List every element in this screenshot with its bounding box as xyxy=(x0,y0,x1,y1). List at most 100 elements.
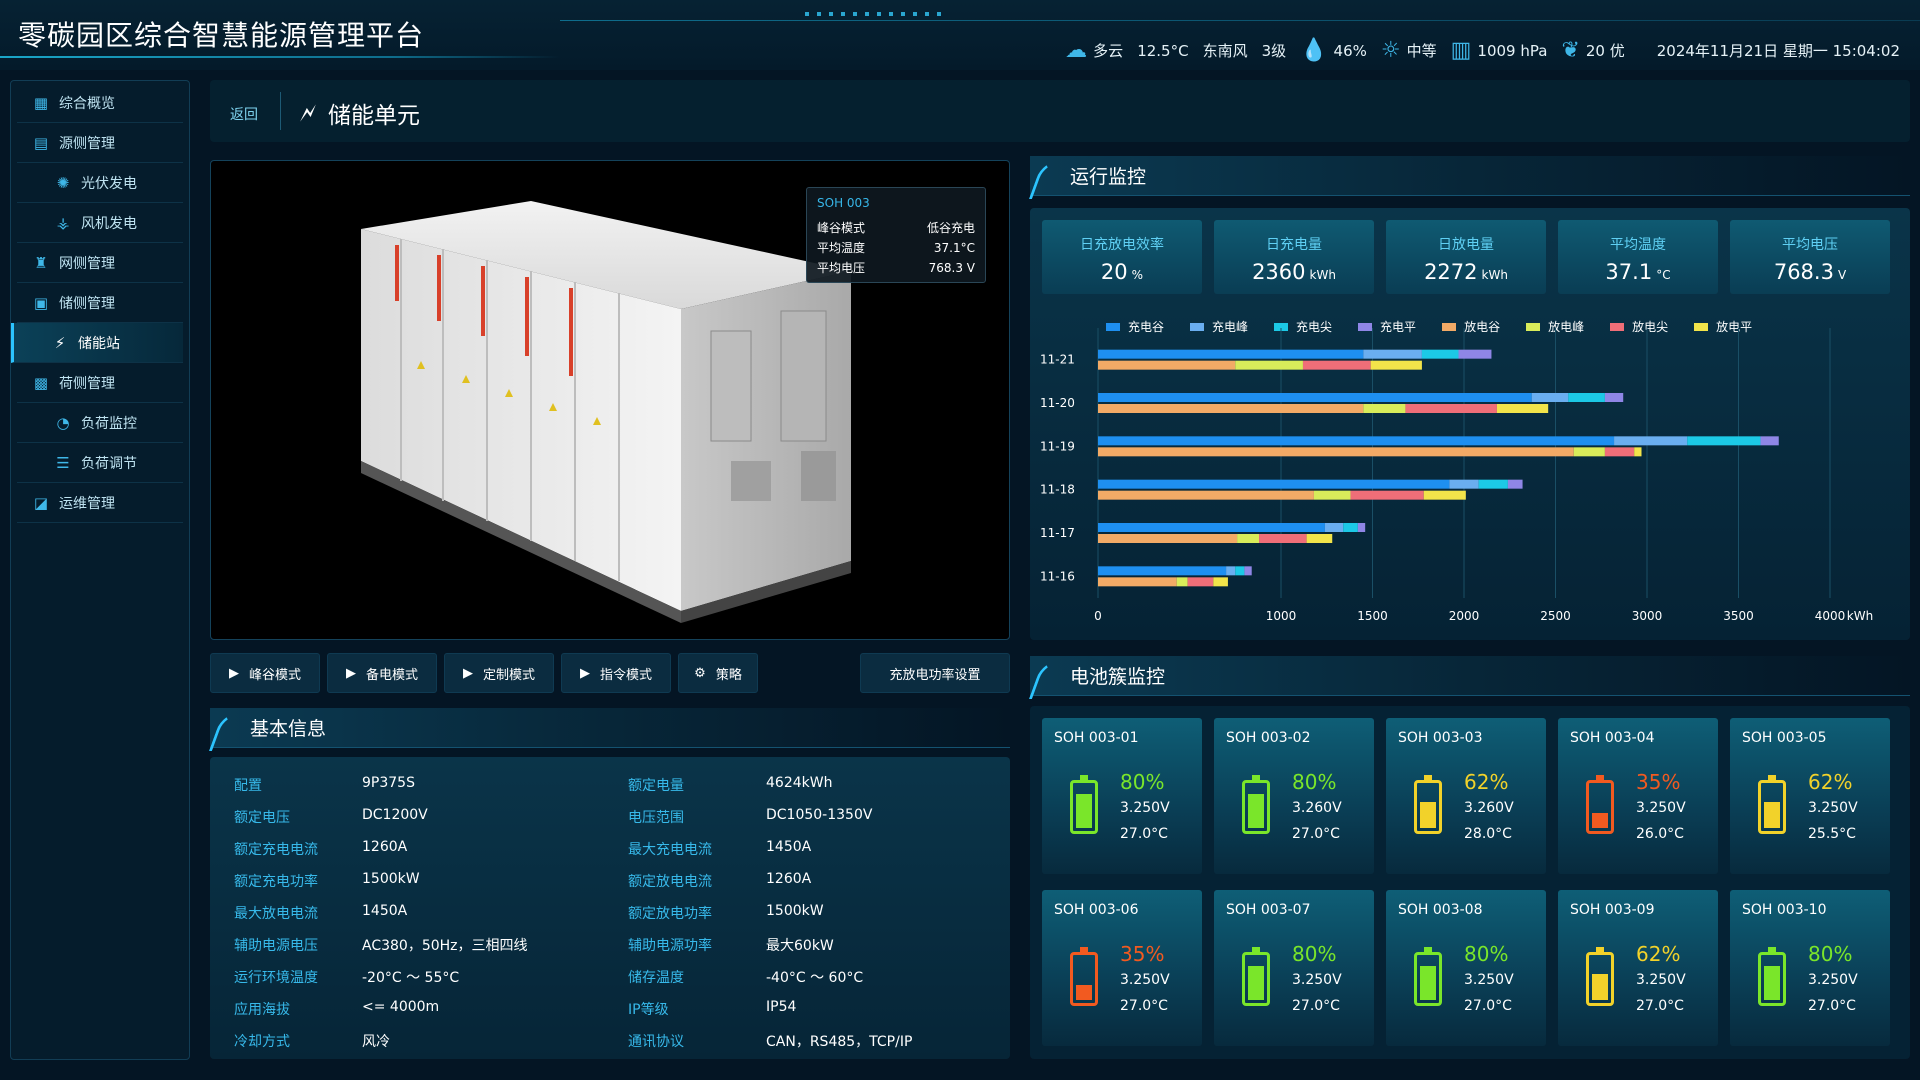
back-link[interactable]: 返回 xyxy=(230,104,258,124)
sidebar-item-source[interactable]: ▤ 源侧管理 xyxy=(17,123,183,163)
battery-cluster-card[interactable]: SOH 003-07 80% 3.250V 27.0°C xyxy=(1214,890,1374,1046)
peak-valley-mode-button[interactable]: ▶ 峰谷模式 xyxy=(210,653,320,693)
charge-bar-segment[interactable] xyxy=(1098,349,1364,359)
discharge-bar-segment[interactable] xyxy=(1098,490,1314,500)
info-value: 风冷 xyxy=(362,1034,390,1050)
sidebar-item-overview[interactable]: ▦ 综合概览 xyxy=(17,83,183,123)
sidebar-item-label: 综合概览 xyxy=(59,95,115,112)
battery-cluster-card[interactable]: SOH 003-02 80% 3.260V 27.0°C xyxy=(1214,718,1374,874)
sidebar-item-maintenance[interactable]: ◪ 运维管理 xyxy=(17,483,183,523)
sidebar-item-grid[interactable]: ♜ 网侧管理 xyxy=(17,243,183,283)
discharge-bar-segment[interactable] xyxy=(1176,577,1188,587)
charge-bar-segment[interactable] xyxy=(1357,523,1366,532)
charge-bar-segment[interactable] xyxy=(1568,393,1605,402)
sidebar-item-load[interactable]: ▩ 荷侧管理 xyxy=(17,363,183,403)
charge-bar-segment[interactable] xyxy=(1614,436,1688,446)
battery-fill xyxy=(1420,966,1436,1000)
discharge-bar-segment[interactable] xyxy=(1573,447,1605,457)
discharge-bar-segment[interactable] xyxy=(1098,577,1177,587)
info-value: 1450A xyxy=(766,839,812,855)
backup-mode-button[interactable]: ▶ 备电模式 xyxy=(327,653,437,693)
charge-bar-segment[interactable] xyxy=(1226,566,1236,576)
x-tick-label: 2000 xyxy=(1449,609,1480,623)
charge-bar-segment[interactable] xyxy=(1760,436,1779,446)
charge-bar-segment[interactable] xyxy=(1478,479,1508,489)
basic-info-title: 基本信息 xyxy=(210,708,1010,748)
battery-cluster-card[interactable]: SOH 003-03 62% 3.260V 28.0°C xyxy=(1386,718,1546,874)
battery-cap xyxy=(1252,947,1260,952)
discharge-bar-segment[interactable] xyxy=(1098,447,1574,457)
cluster-percent: 80% xyxy=(1464,942,1509,966)
sidebar-item-load-monitor[interactable]: ◔ 负荷监控 xyxy=(17,403,183,443)
charge-bar-segment[interactable] xyxy=(1098,393,1532,402)
info-value: -40°C ～ 60°C xyxy=(766,970,864,986)
discharge-bar-segment[interactable] xyxy=(1237,534,1260,543)
charge-bar-segment[interactable] xyxy=(1604,393,1624,402)
cluster-temperature: 27.0°C xyxy=(1636,998,1684,1014)
charge-bar-segment[interactable] xyxy=(1507,479,1523,489)
charge-bar-segment[interactable] xyxy=(1324,523,1344,532)
battery-cluster-card[interactable]: SOH 003-05 62% 3.250V 25.5°C xyxy=(1730,718,1890,874)
command-mode-button[interactable]: ▶ 指令模式 xyxy=(561,653,671,693)
battery-cluster-card[interactable]: SOH 003-10 80% 3.250V 27.0°C xyxy=(1730,890,1890,1046)
discharge-bar-segment[interactable] xyxy=(1259,534,1307,543)
discharge-bar-segment[interactable] xyxy=(1235,360,1303,370)
discharge-bar-segment[interactable] xyxy=(1098,534,1238,543)
info-label: 配置 xyxy=(234,778,262,794)
discharge-bar-segment[interactable] xyxy=(1350,490,1424,500)
discharge-bar-segment[interactable] xyxy=(1098,404,1364,413)
discharge-bar-segment[interactable] xyxy=(1302,360,1371,370)
battery-fill xyxy=(1248,966,1264,1000)
discharge-bar-segment[interactable] xyxy=(1405,404,1497,413)
sidebar-item-wind[interactable]: ⚶ 风机发电 xyxy=(17,203,183,243)
sidebar-item-storage-station[interactable]: ⚡ 储能站 xyxy=(11,323,183,363)
charge-bar-segment[interactable] xyxy=(1098,566,1227,576)
wind-level-text: 3级 xyxy=(1261,42,1287,60)
tooltip-key: 平均温度 xyxy=(817,241,866,255)
charge-bar-segment[interactable] xyxy=(1235,566,1245,576)
charge-bar-segment[interactable] xyxy=(1098,436,1615,446)
button-label: 指令模式 xyxy=(599,667,652,683)
discharge-bar-segment[interactable] xyxy=(1187,577,1214,587)
charge-bar-segment[interactable] xyxy=(1531,393,1569,402)
charge-bar-segment[interactable] xyxy=(1098,479,1450,489)
custom-mode-button[interactable]: ▶ 定制模式 xyxy=(444,653,554,693)
battery-cluster-card[interactable]: SOH 003-08 80% 3.250V 27.0°C xyxy=(1386,890,1546,1046)
charge-bar-segment[interactable] xyxy=(1687,436,1761,446)
battery-level-icon xyxy=(1070,947,1098,1006)
info-label: 额定电量 xyxy=(628,778,684,794)
discharge-bar-segment[interactable] xyxy=(1604,447,1635,457)
discharge-bar-segment[interactable] xyxy=(1496,404,1549,413)
charge-bar-segment[interactable] xyxy=(1458,349,1492,359)
charge-bar-segment[interactable] xyxy=(1421,349,1459,359)
charge-bar-segment[interactable] xyxy=(1363,349,1422,359)
charge-bar-segment[interactable] xyxy=(1343,523,1358,532)
charge-bar-segment[interactable] xyxy=(1244,566,1252,576)
discharge-bar-segment[interactable] xyxy=(1306,534,1333,543)
sidebar-item-storage[interactable]: ▣ 储侧管理 xyxy=(17,283,183,323)
cluster-voltage: 3.250V xyxy=(1808,972,1858,988)
discharge-bar-segment[interactable] xyxy=(1213,577,1228,587)
strategy-button[interactable]: ⚙ 策略 xyxy=(678,653,758,693)
tooltip-row: 平均温度 37.1°C xyxy=(817,238,975,258)
sidebar-item-pv[interactable]: ✺ 光伏发电 xyxy=(17,163,183,203)
charge-bar-segment[interactable] xyxy=(1449,479,1479,489)
info-label: 额定充电电流 xyxy=(234,842,318,858)
discharge-bar-segment[interactable] xyxy=(1313,490,1351,500)
battery-cluster-card[interactable]: SOH 003-09 62% 3.250V 27.0°C xyxy=(1558,890,1718,1046)
battery-cluster-card[interactable]: SOH 003-01 80% 3.250V 27.0°C xyxy=(1042,718,1202,874)
storage-icon: ▣ xyxy=(33,293,49,312)
power-setting-button[interactable]: 充放电功率设置 xyxy=(860,653,1010,693)
cluster-percent: 80% xyxy=(1292,770,1337,794)
battery-cluster-card[interactable]: SOH 003-06 35% 3.250V 27.0°C xyxy=(1042,890,1202,1046)
discharge-bar-segment[interactable] xyxy=(1363,404,1406,413)
battery-cluster-card[interactable]: SOH 003-04 35% 3.250V 26.0°C xyxy=(1558,718,1718,874)
sidebar-item-load-adjust[interactable]: ☰ 负荷调节 xyxy=(17,443,183,483)
discharge-bar-segment[interactable] xyxy=(1634,447,1642,457)
discharge-bar-segment[interactable] xyxy=(1098,360,1236,370)
charge-bar-segment[interactable] xyxy=(1098,523,1325,532)
storage-container-viewer[interactable]: SOH 003 峰谷模式 低谷充电 平均温度 37.1°C 平均电压 768.3… xyxy=(210,160,1010,640)
discharge-bar-segment[interactable] xyxy=(1370,360,1422,370)
discharge-bar-segment[interactable] xyxy=(1423,490,1466,500)
sidebar-item-label: 源侧管理 xyxy=(59,135,115,152)
